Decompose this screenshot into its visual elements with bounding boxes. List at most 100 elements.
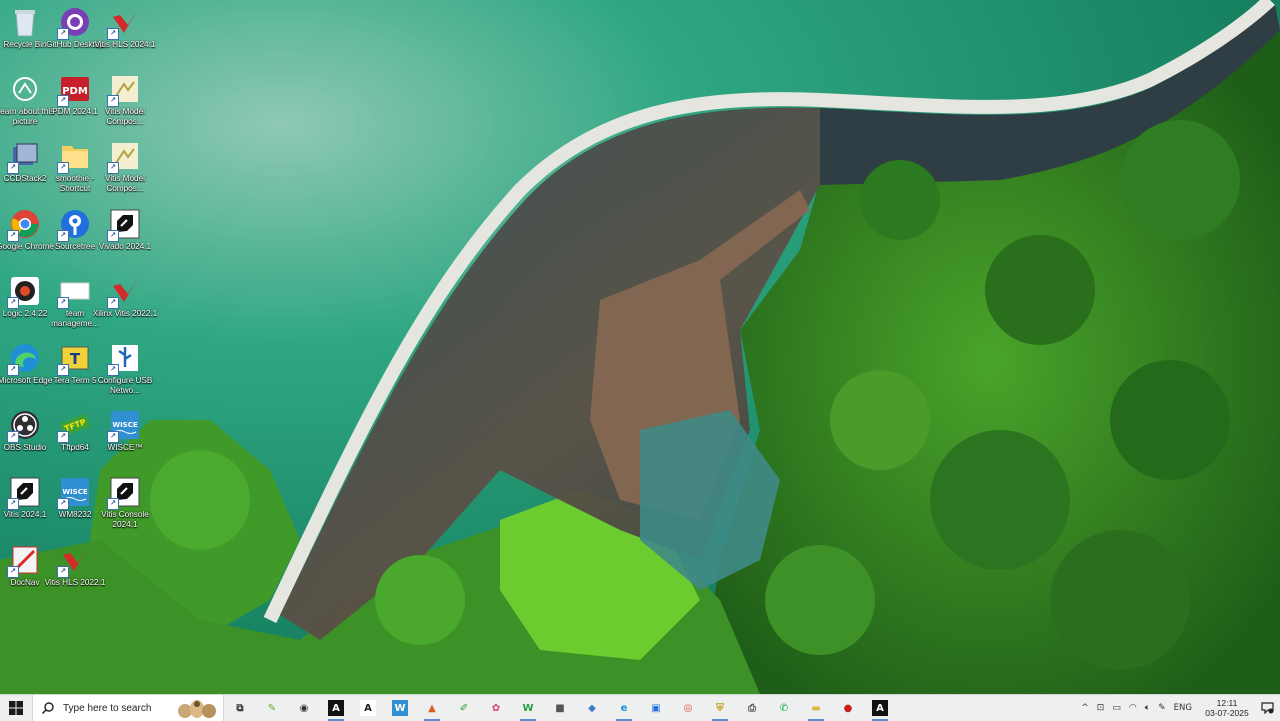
- shortcut-arrow-icon: ↗: [107, 162, 119, 175]
- wisce-icon: W: [392, 700, 408, 716]
- desktop-shortcut-label: WISCE™: [107, 443, 143, 453]
- shortcut-arrow-icon: ↗: [7, 296, 19, 309]
- taskbar-app-file-explorer[interactable]: ▬: [800, 695, 832, 721]
- shortcut-arrow-icon: ↗: [7, 229, 19, 242]
- taskbar-app-chrome[interactable]: ◎: [672, 695, 704, 721]
- logic-icon: ↗: [7, 275, 41, 309]
- desktop-shortcut-label: Vivado 2024.1: [98, 241, 152, 251]
- volume-icon[interactable]: 🔈︎: [1145, 703, 1150, 713]
- taskbar-app-wm[interactable]: W: [512, 695, 544, 721]
- shortcut-arrow-icon: ↗: [57, 229, 69, 242]
- notepad-icon: ✐: [459, 702, 469, 714]
- taskbar-app-files[interactable]: ◆: [576, 695, 608, 721]
- task-view-icon: ⧉: [236, 702, 244, 714]
- taskbar-app-wisce[interactable]: W: [384, 695, 416, 721]
- desktop-shortcut-label: Configure USB Netwo...: [97, 376, 153, 395]
- taskbar-app-obs[interactable]: ◉: [288, 695, 320, 721]
- tray-phone-link-icon[interactable]: ⊡: [1097, 703, 1105, 713]
- taskbar-app-edge[interactable]: e: [608, 695, 640, 721]
- recycle-bin-icon: [9, 6, 41, 38]
- taskbar-app-printer[interactable]: ⎙: [736, 695, 768, 721]
- taskbar-search[interactable]: [32, 695, 224, 721]
- folder-icon: ▬: [811, 702, 821, 714]
- sourcetree-icon: ↗: [57, 208, 91, 242]
- shortcut-arrow-icon: ↗: [107, 364, 119, 376]
- taskbar-app-whatsapp[interactable]: ✆: [768, 695, 800, 721]
- shortcut-arrow-icon: ↗: [57, 565, 69, 578]
- wisce-icon: WISCE ↗: [107, 409, 141, 444]
- w-app-icon: W: [522, 702, 534, 714]
- vitis-model-composer-icon: ↗: [107, 140, 141, 175]
- svg-text:WISCE: WISCE: [62, 488, 88, 496]
- vivado-icon: A: [328, 700, 344, 716]
- folder-shortcut-icon: ↗: [57, 140, 91, 175]
- obs-icon: ↗: [7, 409, 41, 444]
- desktop-icon-grid: Recycle Bin ↗ GitHub Desktop ↗ Vitis HLS 202…: [0, 0, 160, 694]
- shortcut-arrow-icon: ↗: [57, 431, 69, 444]
- vitis-console-icon: ↗: [107, 476, 141, 511]
- taskbar-app-paint[interactable]: ✿: [480, 695, 512, 721]
- language-indicator[interactable]: ENG: [1174, 703, 1192, 713]
- taskbar-clock[interactable]: 12:11 03-07-2025: [1200, 698, 1254, 718]
- wifi-icon[interactable]: ◠: [1129, 703, 1137, 713]
- edge-icon: e: [620, 702, 628, 714]
- svg-text:T: T: [70, 350, 81, 368]
- paint-icon: ✿: [491, 702, 501, 714]
- taskbar-app-vitis-model[interactable]: A: [352, 695, 384, 721]
- battery-icon[interactable]: ▭: [1112, 703, 1121, 713]
- taskbar-app-vitis-active[interactable]: A: [864, 695, 896, 721]
- taskbar: ⧉✎◉AAW▲✐✿W■◆e▣◎⛨⎙✆▬●A ^ ⊡ ▭ ◠ 🔈︎ ✎ ENG 1…: [0, 694, 1280, 721]
- desktop-shortcut[interactable]: ↗ Vitis Model Compos...: [92, 136, 158, 200]
- vitis-hls-icon: ↗: [57, 544, 91, 578]
- search-input[interactable]: [61, 701, 175, 715]
- desktop-shortcut[interactable]: ↗ Configure USB Netwo...: [92, 338, 158, 402]
- desktop-shortcut-label: Xilinx Vitis 2022.1: [92, 308, 158, 318]
- shortcut-arrow-icon: ↗: [7, 565, 19, 578]
- windows-logo-icon: [9, 701, 23, 715]
- tftpd-icon: TFTP ↗: [57, 409, 91, 444]
- notification-icon: [1260, 702, 1274, 714]
- edge-icon: ↗: [7, 342, 41, 376]
- vitis-model-composer-icon: A: [360, 700, 376, 716]
- taskbar-app-shield[interactable]: ⛨: [704, 695, 736, 721]
- pen-menu-icon[interactable]: ✎: [1158, 703, 1166, 713]
- shortcut-arrow-icon: ↗: [107, 498, 119, 511]
- terminal-icon: ■: [555, 702, 565, 714]
- tray-chevron-icon[interactable]: ^: [1081, 703, 1089, 713]
- obs-icon: ◉: [299, 702, 309, 714]
- desktop-shortcut-label: Vitis Model Compos...: [105, 174, 145, 194]
- taskbar-app-notepad[interactable]: ✐: [448, 695, 480, 721]
- taskbar-app-vivado[interactable]: A: [320, 695, 352, 721]
- vitis-icon: A: [872, 700, 888, 716]
- desktop-shortcut[interactable]: ↗ Vitis Model Compos...: [92, 69, 158, 133]
- desktop-shortcut[interactable]: ↗ Vitis HLS 2024.1: [92, 2, 158, 66]
- taskbar-app-task-view[interactable]: ⧉: [224, 695, 256, 721]
- desktop-shortcut[interactable]: ↗ Vitis HLS 2022.1: [42, 540, 108, 604]
- shortcut-arrow-icon: ↗: [57, 364, 69, 376]
- document-icon: ↗: [57, 275, 91, 309]
- files-icon: ◆: [588, 702, 596, 714]
- taskbar-app-outlook[interactable]: ▣: [640, 695, 672, 721]
- desktop-shortcut-label: Vitis HLS 2024.1: [94, 40, 156, 49]
- shortcut-arrow-icon: ↗: [57, 95, 69, 108]
- shortcut-arrow-icon: ↗: [57, 498, 69, 511]
- taskbar-app-notepad-pp[interactable]: ✎: [256, 695, 288, 721]
- desktop-shortcut[interactable]: ↗ Vivado 2024.1: [92, 204, 158, 268]
- desktop-shortcut[interactable]: WISCE ↗ WISCE™: [92, 405, 158, 469]
- printer-icon: ⎙: [748, 702, 756, 714]
- start-button[interactable]: [0, 695, 32, 721]
- shortcut-arrow-icon: ↗: [7, 431, 19, 444]
- teraterm-icon: T ↗: [57, 342, 91, 376]
- desktop-wallpaper: [0, 0, 1280, 694]
- pdm-icon: PDM ↗: [57, 73, 91, 108]
- taskbar-app-terminal[interactable]: ■: [544, 695, 576, 721]
- notification-center-button[interactable]: [1254, 695, 1280, 721]
- pen-icon: ✎: [267, 702, 277, 714]
- taskbar-app-matlab[interactable]: ▲: [416, 695, 448, 721]
- shortcut-arrow-icon: ↗: [57, 296, 69, 309]
- desktop-shortcut[interactable]: ↗ Xilinx Vitis 2022.1: [92, 271, 158, 335]
- shortcut-arrow-icon: ↗: [107, 296, 119, 309]
- desktop-shortcut-label: Vitis Console 2024.1: [101, 510, 149, 530]
- taskbar-app-red-app[interactable]: ●: [832, 695, 864, 721]
- desktop-shortcut[interactable]: ↗ Vitis Console 2024.1: [92, 472, 158, 536]
